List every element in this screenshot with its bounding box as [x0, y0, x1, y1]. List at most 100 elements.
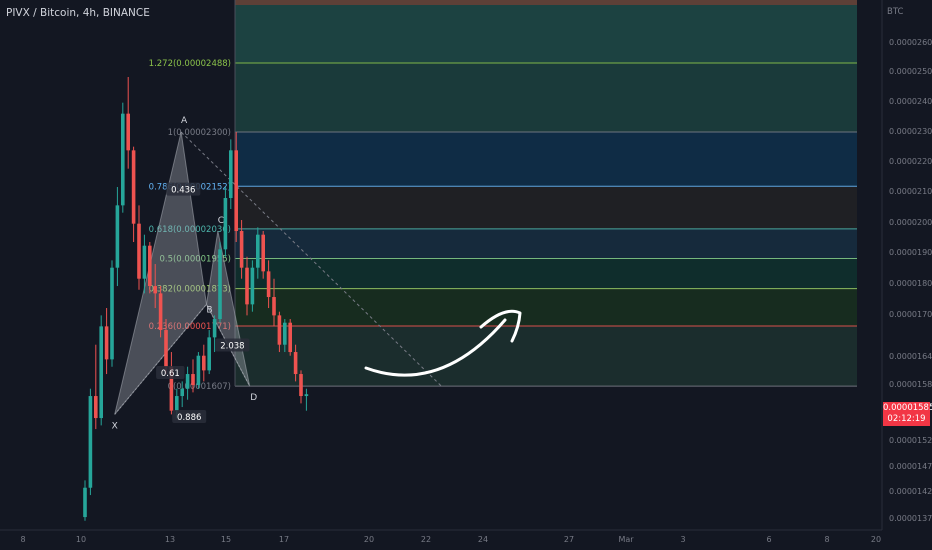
candle-body	[261, 234, 265, 272]
price-tick-label: 0.00001370	[889, 514, 932, 523]
candle-body	[239, 231, 244, 268]
candle-body	[110, 267, 114, 360]
candle-body	[115, 205, 120, 268]
candle-body	[223, 198, 228, 250]
chart-canvas[interactable]: 1.272(0.00002488)1(0.00002300)0.786(0.00…	[0, 0, 932, 550]
price-tick-label: 0.00001420	[889, 487, 932, 496]
price-tick-label: 0.00002100	[889, 187, 932, 196]
fib-zone	[235, 288, 857, 326]
time-tick-label: 3	[680, 535, 685, 544]
fib-level-label: 1(0.00002300)	[168, 128, 231, 138]
time-axis[interactable]: 8 10 13 15 17 20 22 24 27 Mar 3 6 8 20	[0, 529, 932, 550]
fib-zone	[235, 132, 857, 187]
price-axis-unit: BTC	[887, 7, 904, 17]
candle-body	[212, 319, 217, 338]
candle-body	[94, 396, 98, 419]
fib-zone-top	[235, 0, 857, 64]
candle-body	[196, 355, 201, 386]
candle-body	[153, 286, 157, 294]
price-tick-label: 0.00001800	[889, 279, 932, 288]
candle-body	[250, 267, 255, 305]
candle-body	[137, 223, 141, 279]
time-tick-label: 13	[165, 535, 175, 544]
time-axis-bg	[0, 530, 932, 550]
price-tick-label: 0.00001700	[889, 310, 932, 319]
candle-body	[131, 150, 136, 224]
price-tick-label: 0.00001640	[889, 352, 932, 361]
time-tick-label: 20	[364, 535, 374, 544]
price-tick-label: 0.00002200	[889, 157, 932, 166]
candle-body	[272, 297, 276, 316]
pattern-ratio-label: 0.886	[177, 413, 201, 423]
price-tick-label: 0.00002300	[889, 127, 932, 136]
price-tick-label: 0.00002500	[889, 67, 932, 76]
candle-body	[277, 315, 282, 345]
candle-body	[180, 388, 184, 397]
time-tick-label: 17	[279, 535, 289, 544]
price-tick-label: 0.00001470	[889, 462, 932, 471]
candle-body	[158, 293, 163, 331]
candle-body	[99, 326, 103, 419]
time-tick-label: 15	[221, 535, 231, 544]
fib-retracement[interactable]	[234, 0, 857, 387]
candle-body	[191, 374, 195, 386]
price-tick-label: 0.00002000	[889, 218, 932, 227]
time-tick-label: 10	[76, 535, 86, 544]
candle-body	[256, 234, 260, 268]
pattern-point-x: X	[112, 421, 118, 431]
last-price-value: 0.00001585	[883, 403, 932, 413]
bar-countdown: 02:12:19	[887, 414, 926, 424]
pattern-ratio-label: 0.61	[161, 369, 180, 379]
candle-body	[121, 113, 125, 206]
fib-zone	[235, 258, 857, 289]
candle-body	[304, 394, 309, 397]
fib-zone	[235, 186, 857, 229]
time-tick-label: 8	[824, 535, 829, 544]
price-tick-label: 0.00002400	[889, 97, 932, 106]
candle-body	[229, 150, 233, 199]
time-tick-label: Mar	[618, 535, 634, 544]
pattern-point-d: D	[250, 393, 257, 403]
candle-body	[126, 113, 130, 151]
fib-zone	[235, 326, 857, 387]
candle-body	[283, 322, 287, 345]
price-tick-label: 0.00002600	[889, 38, 932, 47]
pattern-ratio-label: 2.038	[220, 342, 244, 352]
candle-body	[83, 487, 87, 518]
candle-body	[234, 150, 238, 232]
candle-body	[299, 374, 303, 397]
candle-body	[175, 396, 179, 411]
price-tick-label: 0.00001900	[889, 248, 932, 257]
fib-zone	[235, 63, 857, 132]
candle-body	[218, 249, 222, 320]
candle-body	[266, 271, 271, 298]
candle-body	[88, 396, 93, 488]
candle-body	[185, 374, 190, 389]
fib-zone-cap	[235, 0, 857, 5]
time-tick-label: 6	[766, 535, 771, 544]
time-tick-label: 8	[20, 535, 25, 544]
price-tick-label: 0.00001580	[889, 380, 932, 389]
candle-body	[293, 352, 298, 375]
price-tick-label: 0.00001520	[889, 436, 932, 445]
time-tick-label: 24	[478, 535, 488, 544]
pattern-ratio-label: 0.436	[171, 186, 195, 196]
fib-level-label: 1.272(0.00002488)	[149, 59, 231, 69]
time-tick-label: 27	[564, 535, 574, 544]
pattern-point-c: C	[218, 216, 224, 226]
candle-body	[245, 267, 249, 305]
chart-title: PIVX / Bitcoin, 4h, BINANCE	[6, 7, 150, 19]
candle-body	[207, 337, 211, 371]
candle-body	[142, 245, 147, 279]
last-price-badge: 0.00001585 02:12:19	[883, 402, 932, 426]
candle-body	[148, 245, 152, 287]
candle-body	[288, 322, 292, 353]
time-tick-label: 22	[421, 535, 431, 544]
time-tick-label: 20	[871, 535, 881, 544]
pattern-point-b: B	[206, 305, 212, 315]
price-axis[interactable]: 0.00002600 0.00002500 0.00002400 0.00002300…	[881, 0, 932, 550]
fib-zone	[235, 228, 857, 259]
candle-body	[202, 355, 206, 371]
candle-body	[164, 330, 168, 367]
candle-body	[104, 326, 109, 360]
